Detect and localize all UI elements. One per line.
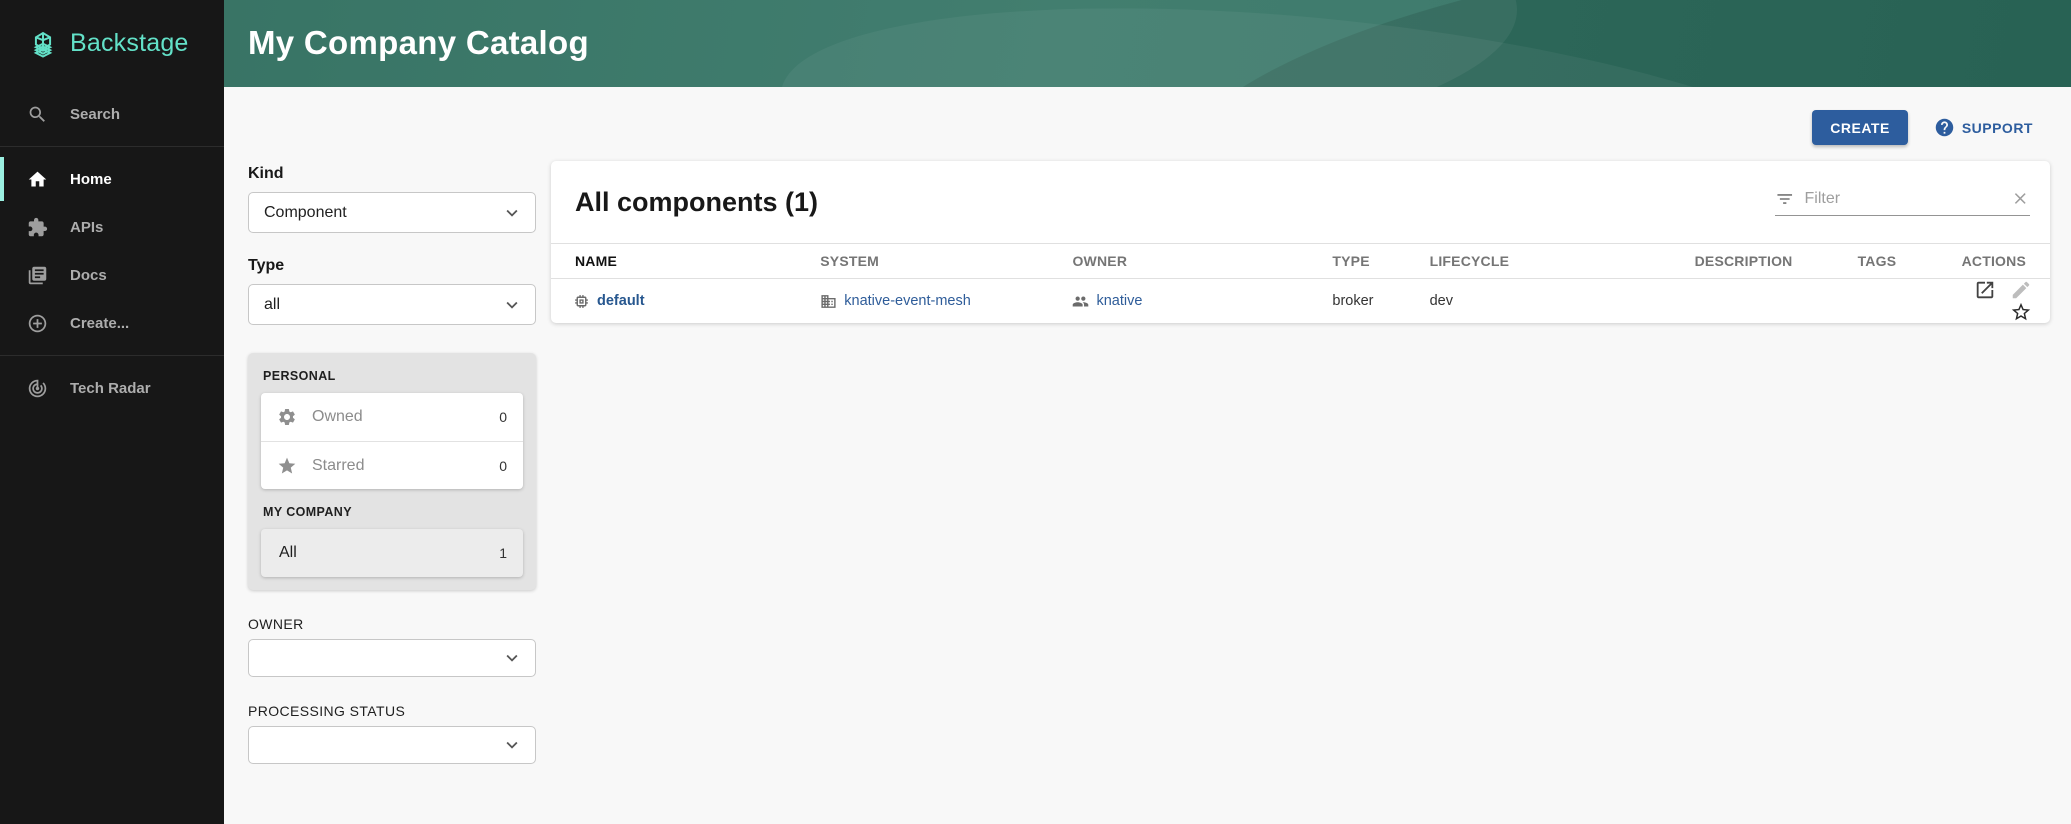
- page-header: My Company Catalog: [224, 0, 2071, 87]
- create-button[interactable]: CREATE: [1812, 110, 1908, 145]
- system-link[interactable]: knative-event-mesh: [844, 293, 971, 309]
- all-filter-row[interactable]: All 1: [261, 529, 523, 577]
- owned-filter-label: Owned: [312, 408, 499, 426]
- table-filter: [1775, 189, 2030, 216]
- owned-count: 0: [499, 409, 507, 425]
- filters-panel: Kind Component Type all PERSONAL Owned 0…: [248, 165, 536, 764]
- sidebar-item-home[interactable]: Home: [0, 155, 224, 203]
- starred-count: 0: [499, 458, 507, 474]
- company-section-label: MY COMPANY: [263, 505, 523, 519]
- type-filter-label: Type: [248, 257, 536, 275]
- sidebar-item-label: APIs: [70, 219, 103, 236]
- table-title: All components (1): [575, 187, 818, 218]
- star-outline-icon[interactable]: [2010, 301, 2032, 323]
- table-header-row: NAME SYSTEM OWNER TYPE LIFECYCLE DESCRIP…: [551, 244, 2050, 279]
- processing-status-filter-label: PROCESSING STATUS: [248, 703, 536, 719]
- sidebar-divider: [0, 146, 224, 147]
- starred-filter-label: Starred: [312, 457, 499, 475]
- backstage-logo-icon: [26, 26, 60, 60]
- filter-icon: [1775, 189, 1794, 209]
- plus-circle-icon: [27, 313, 48, 334]
- sidebar-divider: [0, 355, 224, 356]
- type-select-value: all: [264, 296, 280, 314]
- sidebar-item-docs[interactable]: Docs: [0, 251, 224, 299]
- sidebar-item-label: Search: [70, 106, 120, 123]
- sidebar-item-label: Tech Radar: [70, 380, 151, 397]
- close-icon[interactable]: [2011, 189, 2030, 208]
- docs-icon: [27, 265, 48, 286]
- owner-link[interactable]: knative: [1096, 293, 1142, 309]
- lifecycle-cell: dev: [1418, 279, 1683, 324]
- column-header-type[interactable]: TYPE: [1320, 244, 1417, 279]
- owned-filter-row[interactable]: Owned 0: [261, 393, 523, 441]
- sidebar-item-apis[interactable]: APIs: [0, 203, 224, 251]
- all-filter-label: All: [279, 544, 499, 562]
- radar-icon: [27, 378, 48, 399]
- support-button[interactable]: SUPPORT: [1934, 117, 2033, 138]
- chevron-down-icon: [501, 647, 523, 669]
- type-select[interactable]: all: [248, 284, 536, 325]
- owner-group-icon: [1072, 293, 1089, 310]
- chevron-down-icon: [501, 202, 523, 224]
- column-header-name[interactable]: NAME: [551, 244, 808, 279]
- column-header-owner[interactable]: OWNER: [1060, 244, 1320, 279]
- kind-select-value: Component: [264, 204, 347, 222]
- description-cell: [1683, 279, 1846, 324]
- backstage-logo[interactable]: Backstage: [0, 0, 224, 60]
- column-header-actions: ACTIONS: [1950, 244, 2050, 279]
- home-icon: [27, 169, 48, 190]
- logo-wordmark: Backstage: [70, 29, 189, 58]
- search-icon: [27, 104, 48, 125]
- star-icon: [277, 456, 297, 476]
- entity-picker-card: PERSONAL Owned 0 Starred 0 MY COMPANY Al…: [248, 353, 536, 590]
- processing-status-select[interactable]: [248, 726, 536, 764]
- support-label: SUPPORT: [1962, 120, 2033, 136]
- column-header-lifecycle[interactable]: LIFECYCLE: [1418, 244, 1683, 279]
- kind-filter-label: Kind: [248, 165, 536, 183]
- puzzle-icon: [27, 217, 48, 238]
- sidebar-item-tech-radar[interactable]: Tech Radar: [0, 364, 224, 412]
- type-cell: broker: [1320, 279, 1417, 324]
- sidebar-item-search[interactable]: Search: [0, 90, 224, 138]
- tags-cell: [1846, 279, 1950, 324]
- kind-select[interactable]: Component: [248, 192, 536, 233]
- edit-icon[interactable]: [2010, 279, 2032, 301]
- table-filter-input[interactable]: [1804, 190, 2011, 208]
- owner-filter-label: OWNER: [248, 616, 536, 632]
- sidebar: Backstage Search Home APIs Docs Create..…: [0, 0, 224, 824]
- sidebar-item-label: Create...: [70, 315, 129, 332]
- sidebar-item-create[interactable]: Create...: [0, 299, 224, 347]
- system-icon: [820, 293, 837, 310]
- components-table-card: All components (1) NAME SYSTEM OWNER TYP…: [551, 161, 2050, 323]
- all-count: 1: [499, 545, 507, 561]
- table-row: default knative-event-mesh knative broke…: [551, 279, 2050, 324]
- column-header-system[interactable]: SYSTEM: [808, 244, 1060, 279]
- component-icon: [573, 293, 590, 310]
- help-icon: [1934, 117, 1955, 138]
- owner-select[interactable]: [248, 639, 536, 677]
- page-title: My Company Catalog: [224, 0, 2071, 62]
- starred-filter-row[interactable]: Starred 0: [261, 441, 523, 489]
- sidebar-item-label: Home: [70, 171, 112, 188]
- chevron-down-icon: [501, 734, 523, 756]
- personal-section-label: PERSONAL: [263, 369, 523, 383]
- gear-icon: [277, 407, 297, 427]
- entity-name-link[interactable]: default: [597, 293, 645, 309]
- sidebar-item-label: Docs: [70, 267, 107, 284]
- column-header-description[interactable]: DESCRIPTION: [1683, 244, 1846, 279]
- open-in-new-icon[interactable]: [1974, 279, 1996, 301]
- column-header-tags[interactable]: TAGS: [1846, 244, 1950, 279]
- chevron-down-icon: [501, 294, 523, 316]
